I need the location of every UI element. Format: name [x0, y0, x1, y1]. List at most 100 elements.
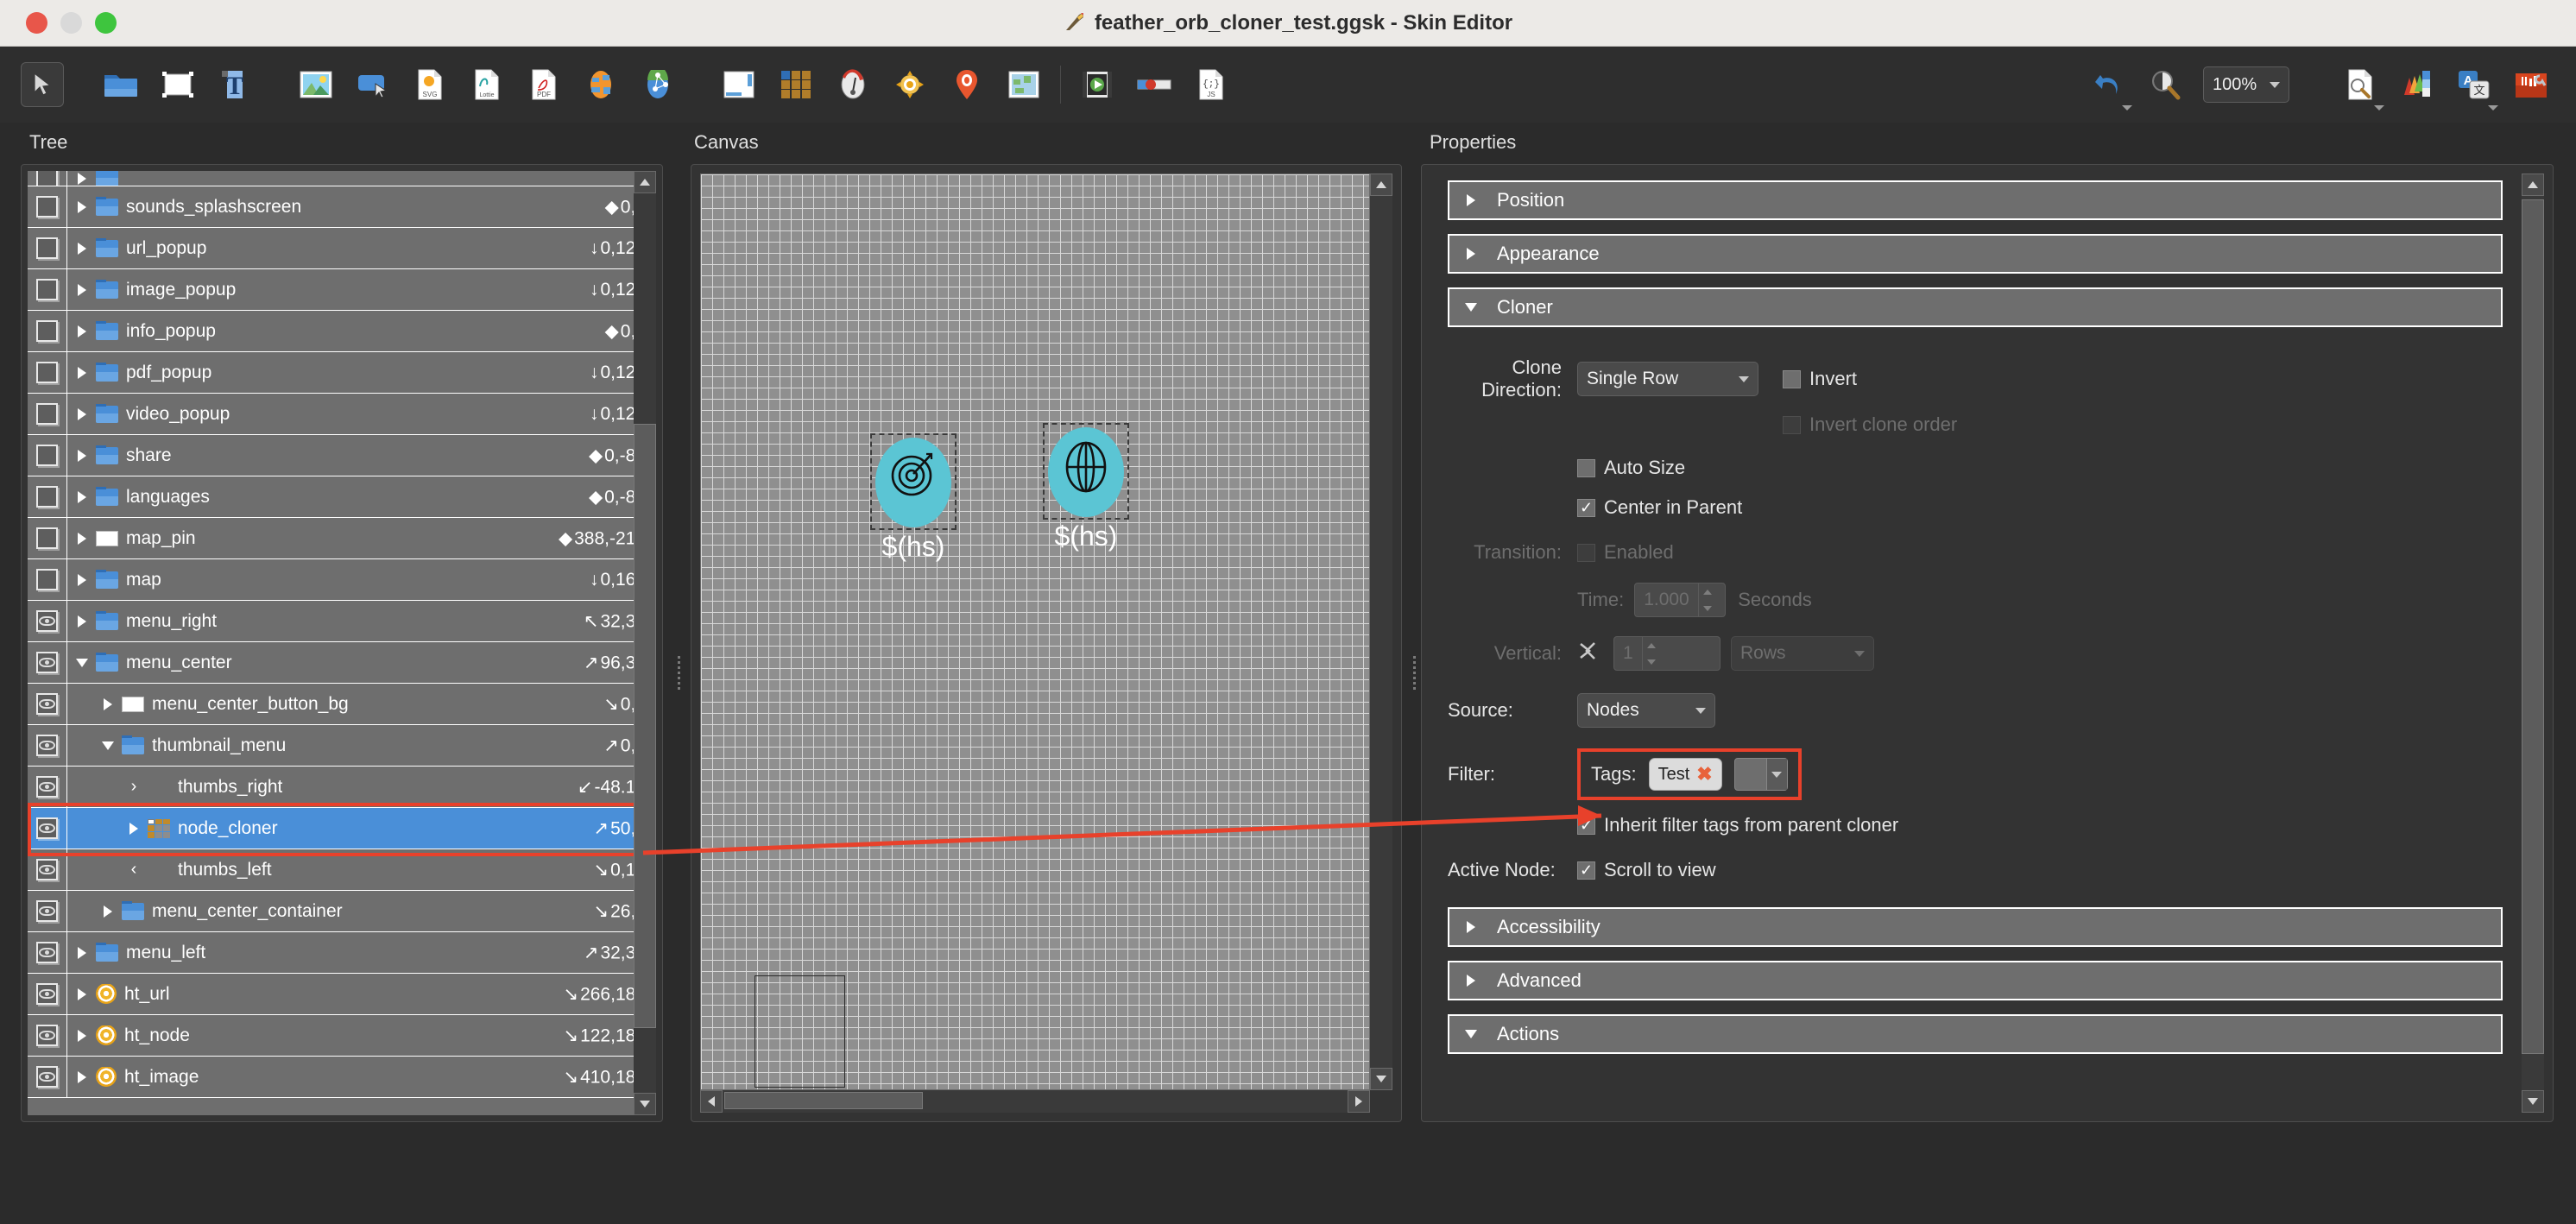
pdf-tool[interactable]: PDF — [520, 60, 568, 109]
center-in-parent-checkbox[interactable]: ✓ — [1577, 498, 1595, 517]
translate-button[interactable]: A 文 — [2450, 60, 2498, 110]
tree-row[interactable]: menu_center_container ↘26,0 — [28, 891, 656, 932]
canvas-scroll-left-button[interactable] — [700, 1090, 723, 1113]
section-header-appearance[interactable]: Appearance — [1448, 234, 2503, 274]
visibility-toggle[interactable] — [36, 983, 58, 1005]
visible-eye-icon[interactable] — [39, 823, 55, 833]
expand-arrow-icon[interactable] — [74, 1030, 90, 1042]
select-arrow-tool[interactable] — [21, 62, 64, 107]
expand-arrow-icon[interactable] — [74, 284, 90, 296]
zoom-tool-button[interactable] — [2141, 60, 2189, 109]
tag-chip-test[interactable]: Test ✖ — [1648, 758, 1722, 791]
colors-button[interactable] — [2393, 60, 2441, 109]
visibility-toggle[interactable] — [36, 527, 58, 549]
visible-eye-icon[interactable] — [39, 658, 55, 667]
expand-arrow-icon[interactable] — [74, 947, 90, 959]
visible-eye-icon[interactable] — [39, 616, 55, 626]
expand-arrow-icon[interactable] — [74, 1071, 90, 1083]
canvas-node-hotspot[interactable]: $(hs) — [870, 433, 957, 562]
section-header-advanced[interactable]: Advanced — [1448, 961, 2503, 1000]
visibility-toggle[interactable] — [36, 171, 58, 186]
visibility-cell[interactable] — [28, 974, 67, 1014]
visibility-toggle[interactable] — [36, 1025, 58, 1046]
tree-row[interactable]: map_pin ◆388,-213 — [28, 518, 656, 559]
visible-eye-icon[interactable] — [39, 782, 55, 792]
undo-button[interactable] — [2084, 60, 2132, 110]
lottie-tool[interactable]: Lottie — [463, 60, 511, 109]
visibility-cell[interactable] — [28, 476, 67, 517]
tree-row[interactable]: menu_left ↗32,32 — [28, 932, 656, 974]
visible-eye-icon[interactable] — [39, 699, 55, 709]
preview-button[interactable] — [2336, 60, 2384, 110]
map-pin-tool[interactable] — [943, 60, 991, 109]
tree-row[interactable]: map ↓0,160 — [28, 559, 656, 601]
translate-dropdown-caret[interactable] — [2488, 105, 2498, 110]
slider-tool[interactable] — [1130, 60, 1178, 109]
tree-row[interactable]: sounds_splashscreen◆0,0 — [28, 186, 656, 228]
visibility-toggle[interactable] — [36, 486, 58, 508]
tree-row[interactable]: languages ◆0,-80 — [28, 476, 656, 518]
tree-scroll-up-button[interactable] — [634, 171, 656, 193]
auto-size-checkbox[interactable] — [1577, 458, 1595, 477]
collapse-arrow-icon[interactable] — [74, 659, 90, 667]
tree-row[interactable]: thumbnail_menu↗0,5 — [28, 725, 656, 767]
properties-scroll-down-button[interactable] — [2522, 1090, 2544, 1113]
expand-arrow-icon[interactable] — [74, 367, 90, 379]
map-tool[interactable] — [1000, 60, 1048, 109]
button-tool[interactable] — [349, 60, 397, 109]
visible-eye-icon[interactable] — [39, 948, 55, 957]
properties-scrollbar-thumb[interactable] — [2522, 199, 2544, 1054]
visible-eye-icon[interactable] — [39, 1031, 55, 1040]
tree-canvas-splitter[interactable] — [672, 123, 685, 1224]
section-header-actions[interactable]: Actions — [1448, 1014, 2503, 1054]
visibility-cell[interactable] — [28, 518, 67, 558]
expand-arrow-icon[interactable] — [74, 173, 90, 185]
visibility-cell[interactable] — [28, 352, 67, 393]
chevron-left-icon[interactable]: ‹ — [126, 860, 142, 880]
text-tool[interactable]: T — [211, 60, 259, 109]
visibility-cell[interactable] — [28, 849, 67, 890]
minimize-window-button[interactable] — [60, 12, 82, 34]
canvas-vertical-scrollbar[interactable] — [1370, 174, 1392, 1090]
maximize-window-button[interactable] — [95, 12, 117, 34]
tree-row[interactable]: menu_center ↗96,32 — [28, 642, 656, 684]
visibility-cell[interactable] — [28, 1057, 67, 1097]
visibility-cell[interactable] — [28, 311, 67, 351]
visibility-cell[interactable] — [28, 186, 67, 227]
tree-row[interactable]: image_popup ↓0,120 — [28, 269, 656, 311]
visibility-toggle[interactable] — [36, 279, 58, 300]
visibility-cell[interactable] — [28, 767, 67, 807]
expand-arrow-icon[interactable] — [74, 243, 90, 255]
expand-arrow-icon[interactable] — [74, 615, 90, 628]
visible-eye-icon[interactable] — [39, 906, 55, 916]
image-tool[interactable] — [292, 60, 340, 109]
undo-dropdown-caret[interactable] — [2122, 105, 2132, 110]
visibility-cell[interactable] — [28, 808, 67, 849]
tree-row-selected[interactable]: node_cloner ↗50,0 — [28, 808, 656, 849]
canvas-scroll-down-button[interactable] — [1370, 1068, 1392, 1090]
visibility-toggle[interactable] — [36, 735, 58, 756]
visible-eye-icon[interactable] — [39, 741, 55, 750]
visibility-toggle[interactable] — [36, 237, 58, 259]
zoom-level-select[interactable]: 100% — [2203, 66, 2289, 103]
compass-tool[interactable] — [829, 60, 877, 109]
tree-row[interactable]: video_popup ↓0,120 — [28, 394, 656, 435]
expand-arrow-icon[interactable] — [74, 491, 90, 503]
layout-tool[interactable] — [715, 60, 763, 109]
add-tag-select[interactable] — [1733, 758, 1788, 791]
chevron-right-icon[interactable]: › — [126, 777, 142, 797]
preview-dropdown-caret[interactable] — [2374, 105, 2384, 110]
tree-row[interactable]: › thumbs_right ↙-48.13 — [28, 767, 656, 808]
tree-row[interactable]: ht_node ↘122,186 — [28, 1015, 656, 1057]
invert-checkbox[interactable] — [1783, 369, 1801, 388]
tree-row[interactable] — [28, 171, 656, 186]
collapse-arrow-icon[interactable] — [100, 741, 116, 750]
visibility-cell[interactable] — [28, 684, 67, 724]
visibility-toggle[interactable] — [36, 1066, 58, 1088]
visibility-toggle[interactable] — [36, 859, 58, 880]
inherit-filter-tags-checkbox[interactable]: ✓ — [1577, 816, 1595, 835]
canvas-horizontal-scrollbar[interactable] — [700, 1090, 1370, 1113]
visibility-toggle[interactable] — [36, 320, 58, 342]
scroll-to-view-checkbox[interactable]: ✓ — [1577, 861, 1595, 880]
tree-row[interactable]: share ◆0,-80 — [28, 435, 656, 476]
